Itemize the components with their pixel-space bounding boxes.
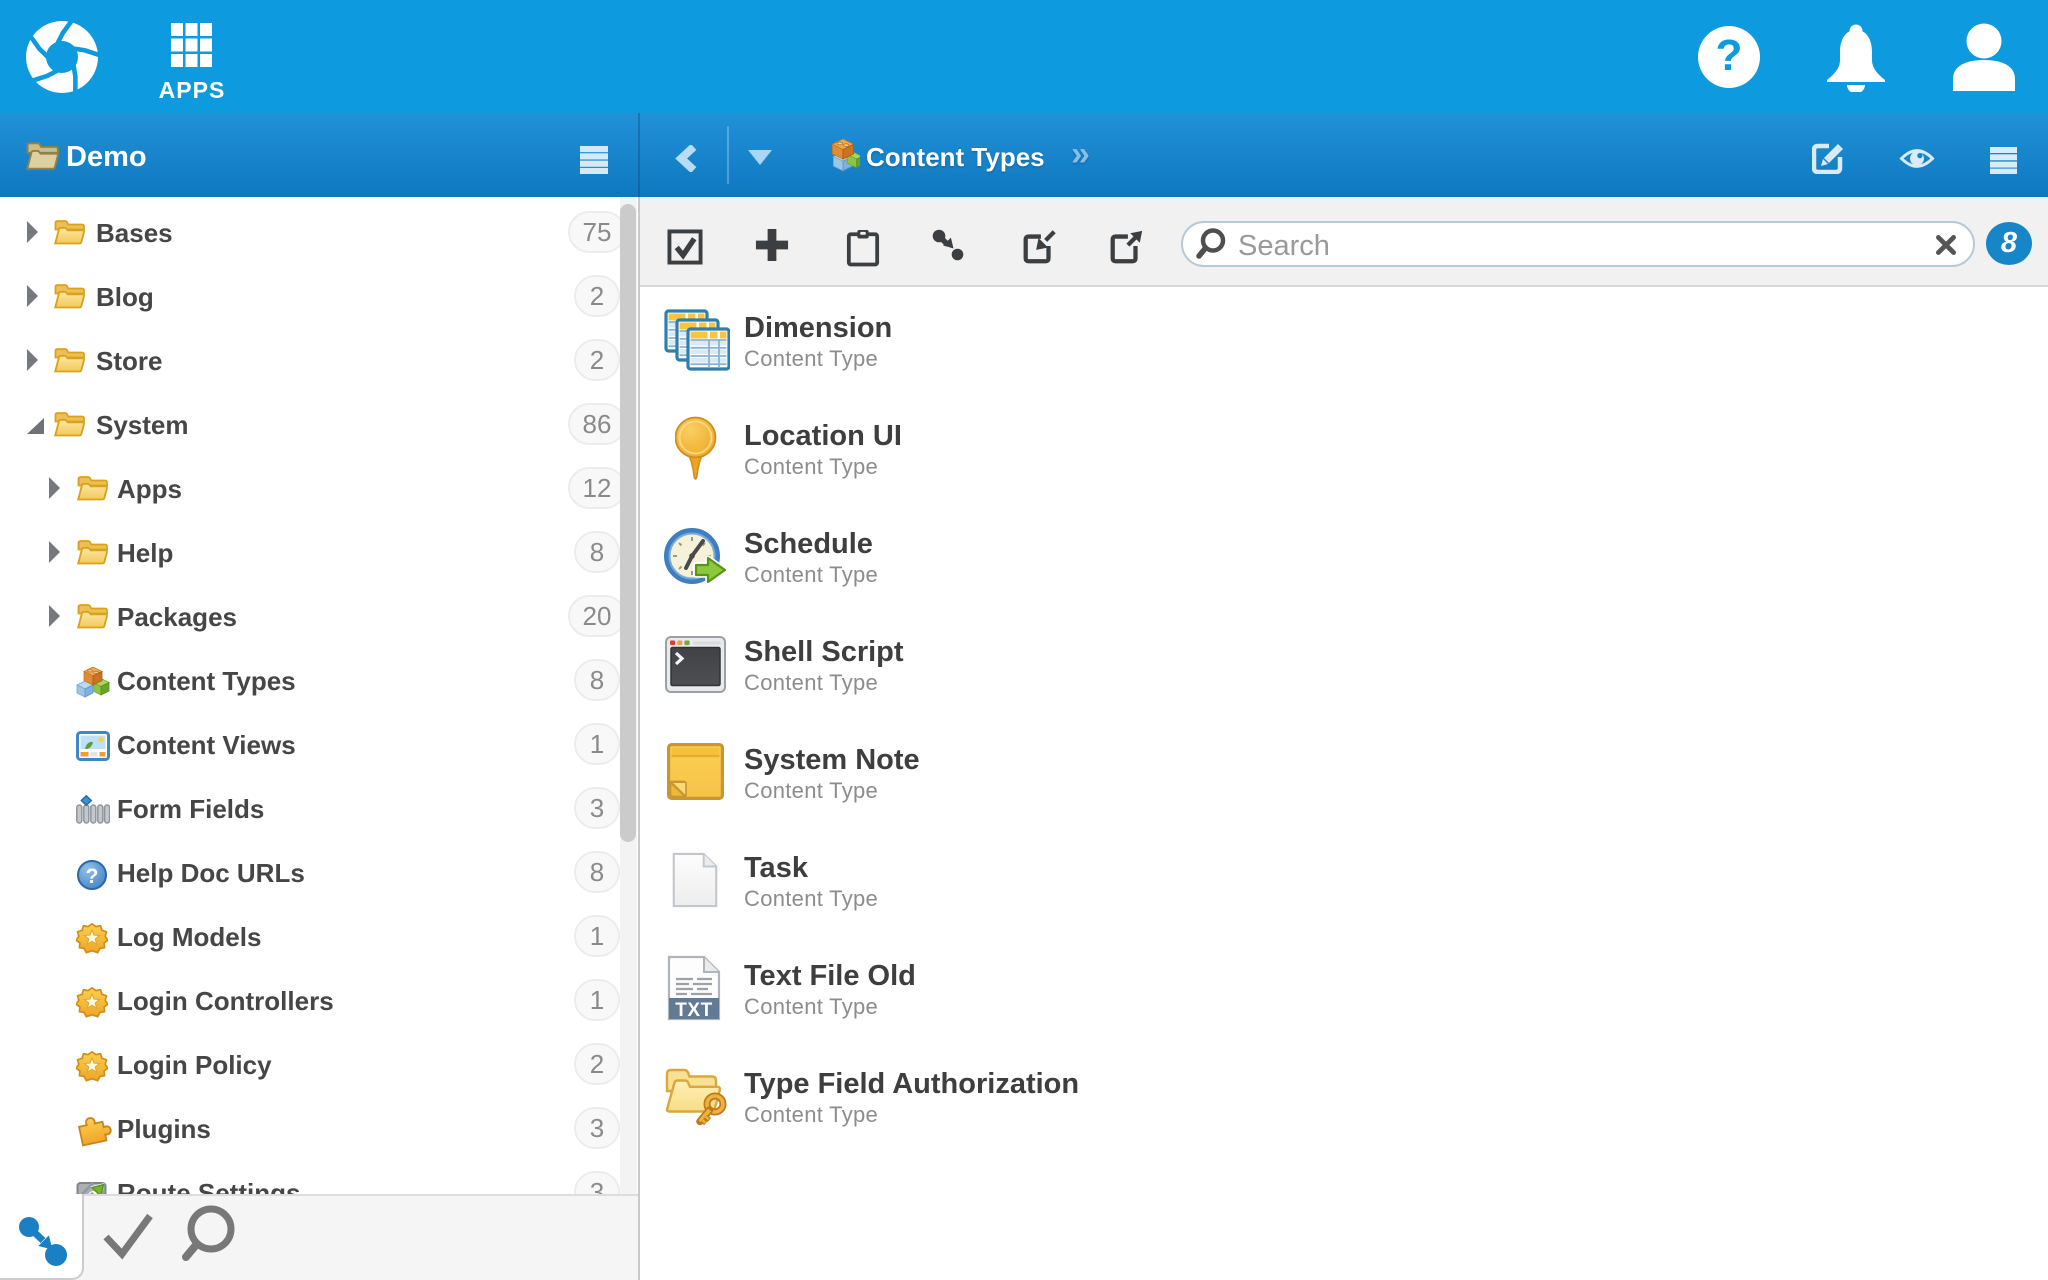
svg-text:TXT: TXT <box>675 1000 712 1021</box>
svg-text:?: ? <box>86 865 99 888</box>
